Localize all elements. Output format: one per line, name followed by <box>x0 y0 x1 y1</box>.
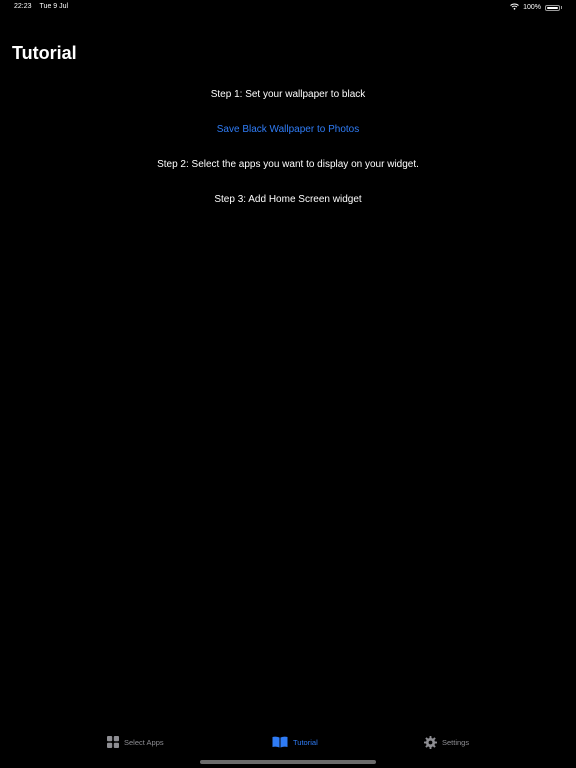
battery-fill <box>547 6 558 9</box>
step-3-text: Step 3: Add Home Screen widget <box>214 194 362 205</box>
tutorial-steps: Step 1: Set your wallpaper to black Save… <box>0 88 576 228</box>
gear-icon <box>424 736 437 749</box>
battery-nub <box>561 6 562 9</box>
page-title: Tutorial <box>12 43 77 63</box>
status-time: 22:23 <box>14 3 32 10</box>
home-indicator[interactable] <box>200 760 376 764</box>
status-left: 22:23 Tue 9 Jul <box>14 3 68 10</box>
book-icon <box>272 736 288 748</box>
grid-icon <box>107 736 119 748</box>
status-right: 100% <box>510 3 562 12</box>
status-date: Tue 9 Jul <box>39 3 69 10</box>
step-1-text: Step 1: Set your wallpaper to black <box>210 89 366 100</box>
tab-label: Settings <box>442 738 470 747</box>
step-2-text: Step 2: Select the apps you want to disp… <box>157 159 419 170</box>
battery-percent: 100% <box>523 4 541 11</box>
status-bar: 22:23 Tue 9 Jul 100% <box>0 0 576 14</box>
tab-label: Tutorial <box>293 737 318 747</box>
tab-select-apps[interactable]: Select Apps <box>107 736 164 748</box>
save-wallpaper-button[interactable]: Save Black Wallpaper to Photos <box>0 123 576 136</box>
wifi-icon <box>510 3 519 12</box>
battery-icon <box>545 4 560 11</box>
tab-tutorial[interactable]: Tutorial <box>272 736 318 748</box>
tab-bar: Select Apps Tutorial Settings <box>0 728 576 768</box>
tab-label: Select Apps <box>124 737 164 747</box>
tab-settings[interactable]: Settings <box>424 736 469 749</box>
